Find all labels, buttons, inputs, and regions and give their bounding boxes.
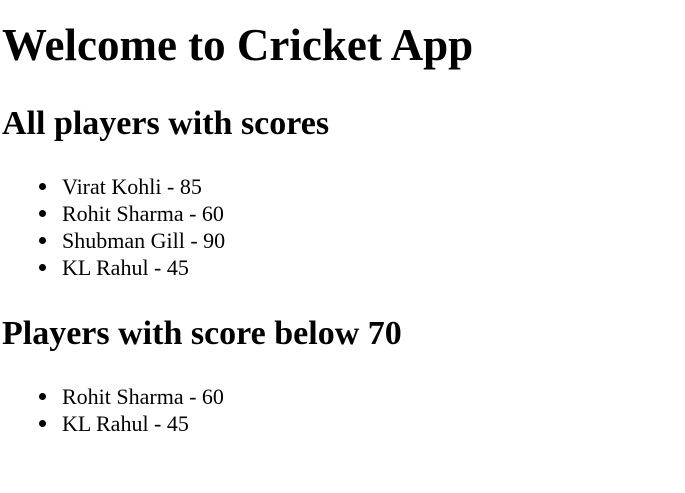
bullet-icon [39,183,46,190]
bullet-icon [39,264,46,271]
page: Welcome to Cricket App All players with … [0,0,685,493]
below-70-heading: Players with score below 70 [2,315,402,352]
player-score-text: KL Rahul - 45 [62,411,189,436]
bullet-icon [39,393,46,400]
player-score-text: Rohit Sharma - 60 [62,201,224,226]
list-item: KL Rahul - 45 [0,254,225,281]
list-item: Virat Kohli - 85 [0,173,225,200]
player-score-text: Shubman Gill - 90 [62,228,226,253]
player-score-text: Virat Kohli - 85 [62,174,202,199]
bullet-icon [39,237,46,244]
below-70-list: Rohit Sharma - 60 KL Rahul - 45 [0,383,224,437]
list-item: Rohit Sharma - 60 [0,200,225,227]
all-players-list: Virat Kohli - 85 Rohit Sharma - 60 Shubm… [0,173,225,281]
page-title: Welcome to Cricket App [2,20,474,70]
bullet-icon [39,420,46,427]
all-players-heading: All players with scores [2,105,330,142]
list-item: Shubman Gill - 90 [0,227,225,254]
player-score-text: KL Rahul - 45 [62,255,189,280]
bullet-icon [39,210,46,217]
list-item: KL Rahul - 45 [0,410,224,437]
player-score-text: Rohit Sharma - 60 [62,384,224,409]
list-item: Rohit Sharma - 60 [0,383,224,410]
